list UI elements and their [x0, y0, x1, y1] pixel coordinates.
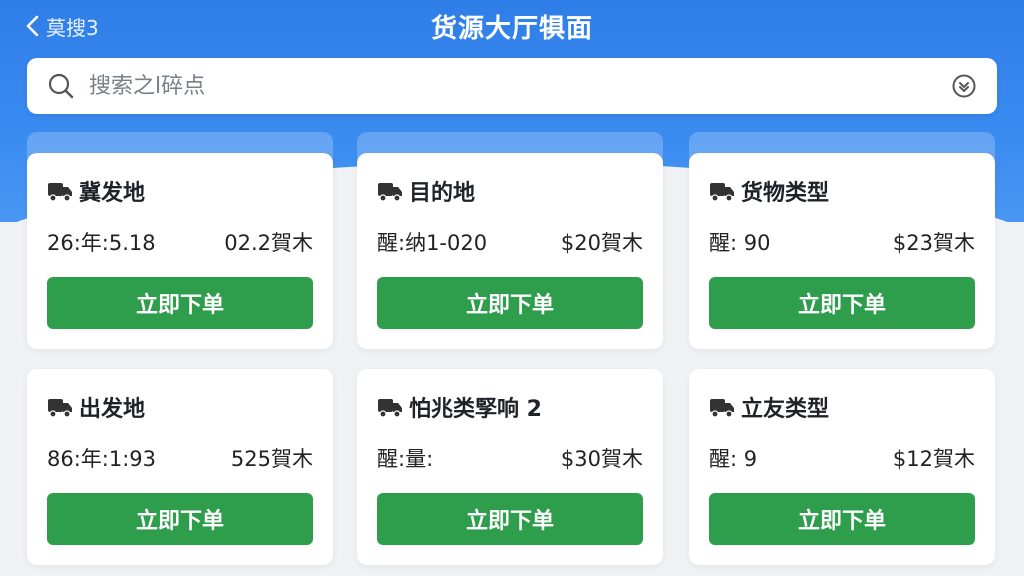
truck-icon [48, 399, 72, 418]
truck-icon [378, 399, 402, 418]
card-detail: 醒:纳1-020 [377, 231, 488, 255]
order-now-button[interactable]: 立即下单 [709, 493, 975, 545]
card-header: 立友类型 [709, 391, 829, 423]
cargo-card: 怕兆类孯响 2 醒:量: $30賀木 立即下单 [357, 369, 663, 565]
search-input[interactable] [89, 66, 951, 106]
card-price: 525賀木 [230, 447, 313, 471]
truck-icon [710, 183, 734, 202]
card-header: 冀发地 [47, 175, 145, 207]
card-info: 86:年:1:93 525賀木 [47, 443, 313, 473]
card-price: $30賀木 [560, 447, 643, 471]
card-detail: 醒: 9 [709, 447, 758, 471]
card-info: 醒:纳1-020 $20賀木 [377, 227, 643, 257]
card-header: 目的地 [377, 175, 475, 207]
truck-icon [48, 183, 72, 202]
card-info: 醒: 9 $12賀木 [709, 443, 975, 473]
card-title: 目的地 [409, 181, 476, 206]
page-title: 货源大厅犋面 [430, 14, 593, 44]
card-title: 怕兆类孯响 2 [409, 397, 542, 422]
card-detail: 26:年:5.18 [47, 231, 156, 255]
card-price: $23賀木 [892, 231, 975, 255]
cargo-card: 目的地 醒:纳1-020 $20賀木 立即下单 [357, 153, 663, 349]
card-detail: 醒: 90 [709, 231, 771, 255]
cargo-card: 冀发地 26:年:5.18 02.2賀木 立即下单 [27, 153, 333, 349]
card-title: 货物类型 [741, 181, 830, 206]
order-now-button[interactable]: 立即下单 [377, 493, 643, 545]
card-price: 02.2賀木 [224, 231, 313, 255]
order-now-button[interactable]: 立即下单 [377, 277, 643, 329]
card-header: 怕兆类孯响 2 [377, 391, 542, 423]
scan-icon[interactable] [951, 73, 977, 99]
card-price: $20賀木 [560, 231, 643, 255]
truck-icon [378, 183, 402, 202]
card-title: 立友类型 [741, 397, 830, 422]
card-title: 出发地 [79, 397, 146, 422]
order-now-button[interactable]: 立即下单 [709, 277, 975, 329]
card-info: 醒:量: $30賀木 [377, 443, 643, 473]
card-info: 醒: 90 $23賀木 [709, 227, 975, 257]
card-detail: 醒:量: [377, 447, 434, 471]
cargo-card: 立友类型 醒: 9 $12賀木 立即下单 [689, 369, 995, 565]
card-price: $12賀木 [892, 447, 975, 471]
search-icon [48, 73, 74, 99]
card-info: 26:年:5.18 02.2賀木 [47, 227, 313, 257]
truck-icon [710, 399, 734, 418]
cargo-card: 出发地 86:年:1:93 525賀木 立即下单 [27, 369, 333, 565]
order-now-button[interactable]: 立即下单 [47, 277, 313, 329]
card-detail: 86:年:1:93 [47, 447, 157, 471]
search-bar[interactable] [27, 58, 997, 114]
order-now-button[interactable]: 立即下单 [47, 493, 313, 545]
card-header: 出发地 [47, 391, 145, 423]
cargo-card: 货物类型 醒: 90 $23賀木 立即下单 [689, 153, 995, 349]
card-title: 冀发地 [79, 181, 146, 206]
card-header: 货物类型 [709, 175, 829, 207]
